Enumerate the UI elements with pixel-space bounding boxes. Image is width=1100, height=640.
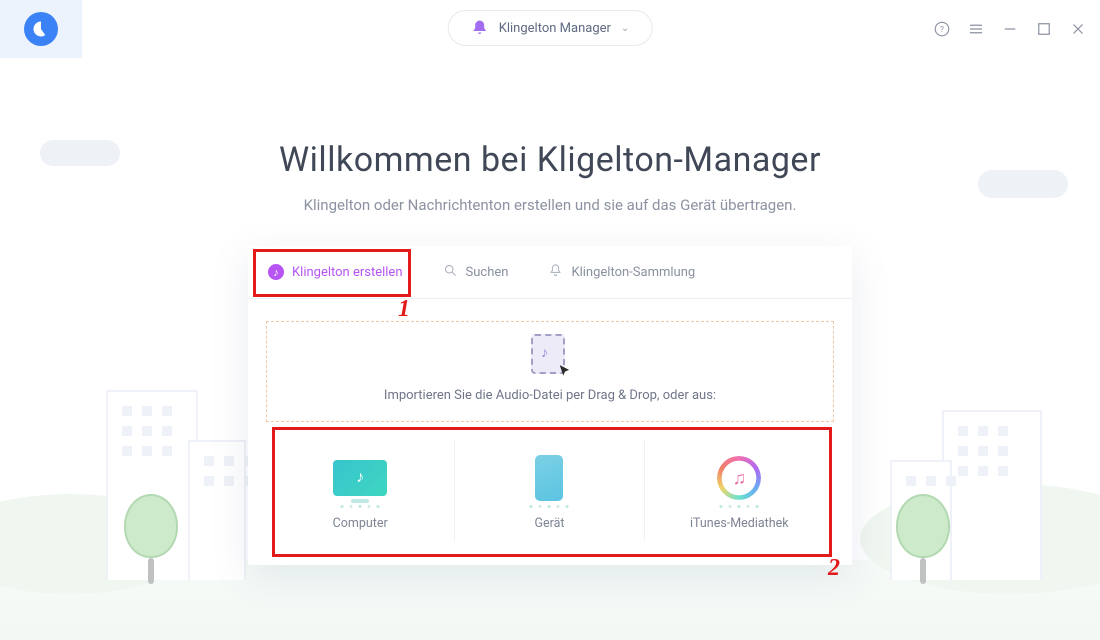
card-tabs: ♪ Klingelton erstellen Suchen Klingelton… — [248, 246, 852, 298]
titlebar: Klingelton Manager ⌄ ? — [0, 0, 1100, 58]
tab-label: Klingelton erstellen — [292, 265, 403, 280]
annotation-number-1: 1 — [398, 296, 410, 323]
minimize-button[interactable] — [1000, 19, 1020, 39]
source-label: Computer — [274, 516, 446, 531]
welcome-heading: Willkommen bei Kligelton-Manager Klingel… — [0, 140, 1100, 214]
main-card: ♪ Klingelton erstellen Suchen Klingelton… — [248, 246, 852, 565]
tab-search[interactable]: Suchen — [423, 246, 529, 298]
dropzone-text: Importieren Sie die Audio-Datei per Drag… — [267, 388, 833, 403]
source-label: iTunes-Mediathek — [653, 516, 826, 531]
close-button[interactable] — [1068, 19, 1088, 39]
bell-outline-icon — [548, 263, 563, 282]
import-sources: ♪ Computer Gerät ♫ — [266, 440, 834, 541]
page-title: Willkommen bei Kligelton-Manager — [0, 140, 1100, 180]
bell-icon — [471, 19, 489, 37]
device-icon — [514, 454, 584, 502]
window-controls: ? — [932, 0, 1088, 58]
mode-label: Klingelton Manager — [499, 21, 611, 36]
background-building — [942, 410, 1042, 580]
source-device[interactable]: Gerät — [455, 440, 644, 541]
computer-icon: ♪ — [325, 454, 395, 502]
background-building — [188, 440, 246, 580]
tab-label: Suchen — [466, 265, 509, 280]
tree-icon — [124, 494, 178, 584]
source-computer[interactable]: ♪ Computer — [266, 440, 455, 541]
dropzone-illustration: ♪ — [528, 334, 572, 378]
source-itunes[interactable]: ♫ iTunes-Mediathek — [645, 440, 834, 541]
tab-collection[interactable]: Klingelton-Sammlung — [528, 246, 715, 298]
svg-text:?: ? — [940, 25, 944, 35]
create-icon: ♪ — [268, 264, 284, 280]
tree-icon — [896, 494, 950, 584]
page-subtitle: Klingelton oder Nachrichtenton erstellen… — [0, 196, 1100, 214]
mode-selector[interactable]: Klingelton Manager ⌄ — [448, 10, 653, 46]
source-label: Gerät — [463, 516, 635, 531]
annotation-number-2: 2 — [828, 555, 840, 582]
help-button[interactable]: ? — [932, 19, 952, 39]
menu-button[interactable] — [966, 19, 986, 39]
music-note-icon: ♪ — [541, 344, 548, 361]
app-logo — [0, 0, 82, 58]
chevron-down-icon: ⌄ — [621, 23, 629, 34]
drop-zone[interactable]: ♪ Importieren Sie die Audio-Datei per Dr… — [266, 321, 834, 422]
tab-label: Klingelton-Sammlung — [571, 265, 695, 280]
maximize-button[interactable] — [1034, 19, 1054, 39]
tab-create-ringtone[interactable]: ♪ Klingelton erstellen — [248, 246, 423, 298]
itunes-icon: ♫ — [704, 454, 774, 502]
cursor-icon — [558, 364, 572, 378]
search-icon — [443, 263, 458, 282]
